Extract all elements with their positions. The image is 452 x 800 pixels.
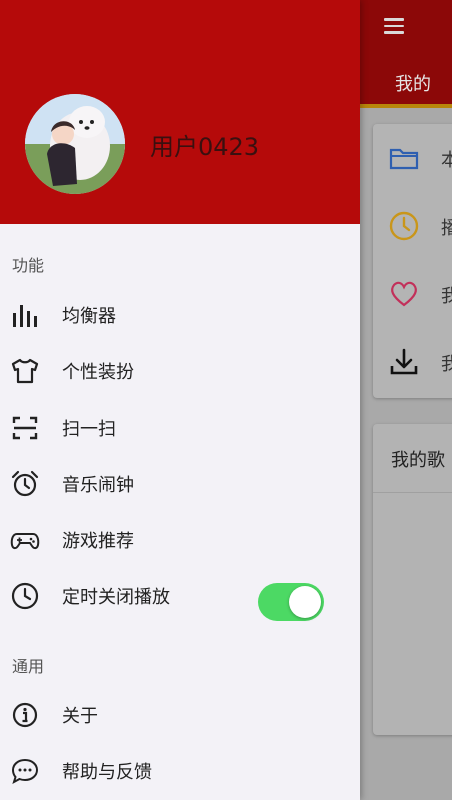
menu-item-label: 音乐闹钟 xyxy=(62,475,134,496)
menu-item-about[interactable]: 关于 xyxy=(0,686,360,742)
menu-item-games[interactable]: 游戏推荐 xyxy=(0,511,360,567)
menu-item-equalizer[interactable]: 均衡器 xyxy=(0,286,360,342)
clock-icon xyxy=(389,211,419,241)
drawer-header: 用户0423 xyxy=(0,0,360,224)
clock-icon xyxy=(11,582,39,610)
menu-item-theme[interactable]: 个性装扮 xyxy=(0,342,360,398)
list-item-local[interactable]: 本 xyxy=(373,124,452,192)
menu-item-label: 均衡器 xyxy=(62,306,116,327)
scan-icon xyxy=(12,416,38,440)
background-playlist-card: 我的歌 xyxy=(373,424,452,735)
menu-item-label: 个性装扮 xyxy=(62,362,134,383)
menu-item-label: 游戏推荐 xyxy=(62,531,134,552)
background-list-card: 本 播 我 我 xyxy=(373,124,452,398)
toggle-knob xyxy=(289,586,321,618)
divider xyxy=(373,492,452,493)
menu-item-alarm[interactable]: 音乐闹钟 xyxy=(0,455,360,511)
hamburger-icon[interactable] xyxy=(384,14,406,40)
info-icon xyxy=(12,702,38,728)
equalizer-icon xyxy=(13,305,37,327)
gamepad-icon xyxy=(10,533,40,550)
tab-indicator xyxy=(360,104,452,108)
download-icon xyxy=(390,348,418,375)
menu-item-label: 定时关闭播放 xyxy=(62,587,170,608)
folder-icon xyxy=(389,148,419,170)
menu-item-sleep-timer[interactable]: 定时关闭播放 xyxy=(0,567,360,623)
menu-item-label: 关于 xyxy=(62,706,98,727)
playlist-card-title: 我的歌 xyxy=(391,450,445,471)
chat-icon xyxy=(11,758,39,785)
tshirt-icon xyxy=(11,358,39,384)
menu-item-scan[interactable]: 扫一扫 xyxy=(0,399,360,455)
menu-item-label: 帮助与反馈 xyxy=(62,762,152,783)
sleep-timer-toggle[interactable] xyxy=(258,583,324,621)
menu-item-feedback[interactable]: 帮助与反馈 xyxy=(0,742,360,798)
alarm-clock-icon xyxy=(11,470,39,497)
list-item-recent[interactable]: 播 xyxy=(373,192,452,260)
menu-item-label: 扫一扫 xyxy=(62,419,116,440)
section-label-functions: 功能 xyxy=(12,256,45,275)
section-label-general: 通用 xyxy=(12,657,45,676)
avatar-image xyxy=(25,94,125,194)
list-item-downloads[interactable]: 我 xyxy=(373,328,452,396)
list-item-favorites[interactable]: 我 xyxy=(373,260,452,328)
avatar[interactable] xyxy=(25,94,125,194)
navigation-drawer: 用户0423 功能 均衡器 个性装扮 扫一扫 音乐闹钟 游戏推荐 定时关闭播放 … xyxy=(0,0,360,800)
heart-icon xyxy=(391,281,417,307)
username[interactable]: 用户0423 xyxy=(150,127,259,162)
tab-mine[interactable]: 我的 xyxy=(395,70,431,96)
